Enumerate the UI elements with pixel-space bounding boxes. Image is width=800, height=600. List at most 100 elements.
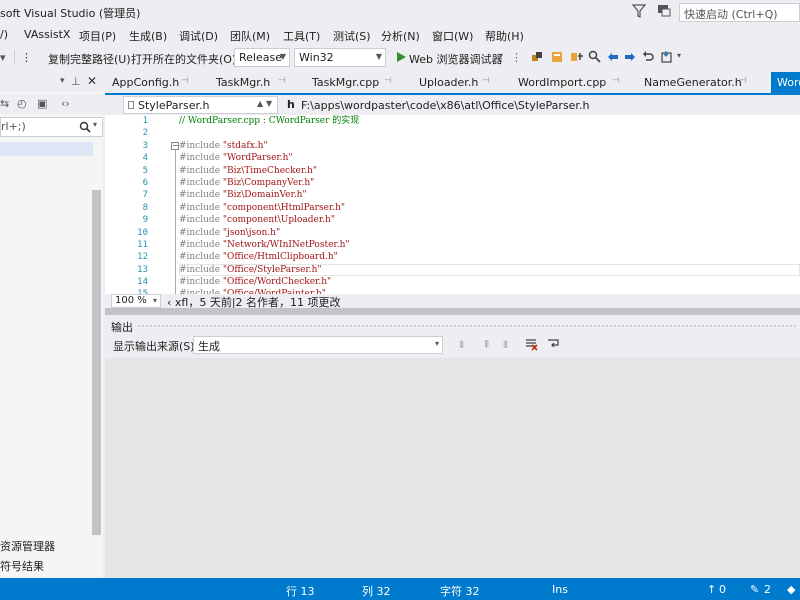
toolbar-dropdown-icon[interactable]: ▾ <box>0 51 6 64</box>
open-containing-folder-button[interactable]: 打开所在的文件夹(O) <box>131 51 236 67</box>
code-line[interactable]: #include "component\Uploader.h" <box>179 214 359 226</box>
play-icon[interactable] <box>394 50 408 64</box>
build-icon[interactable] <box>530 50 544 64</box>
source-control-icon[interactable]: ◆ <box>787 583 795 596</box>
code-icon[interactable]: ‹› <box>61 97 70 110</box>
sync-icon[interactable]: ⇆ <box>0 97 9 110</box>
menu-view[interactable]: /) <box>0 28 8 41</box>
chevron-down-icon[interactable]: ▾ <box>93 120 97 129</box>
code-line[interactable]: #include "Network/WInINetPoster.h" <box>179 239 359 251</box>
navigate-back-icon[interactable] <box>606 50 620 64</box>
output-text-area[interactable] <box>105 358 800 578</box>
pin-icon[interactable]: ⊣ <box>384 76 392 86</box>
pin-icon[interactable]: ⊣ <box>278 76 286 86</box>
tab-wordparser-cpp[interactable]: WordParser.cpp <box>771 72 800 94</box>
header-file-icon: h <box>287 98 295 111</box>
menu-vassistx[interactable]: VAssistX <box>24 28 70 41</box>
configuration-combo[interactable]: Release ▼ <box>234 48 290 67</box>
search-icon[interactable] <box>79 121 91 133</box>
menu-window[interactable]: 窗口(W) <box>432 28 473 44</box>
pin-icon[interactable]: ⊣ <box>739 76 747 86</box>
horizontal-scrollbar[interactable] <box>105 308 800 315</box>
tab-appconfig-h[interactable]: AppConfig.h <box>112 76 179 89</box>
publish-up-icon[interactable]: ↑ <box>707 583 716 596</box>
menu-build[interactable]: 生成(B) <box>129 28 167 44</box>
tab-wordimport-cpp[interactable]: WordImport.cpp <box>518 76 606 89</box>
quick-launch-input[interactable]: 快速启动 (Ctrl+Q) <box>679 3 800 22</box>
code-line[interactable]: #include "Biz\TimeChecker.h" <box>179 165 359 177</box>
start-debugging-button[interactable]: Web 浏览器调试器 <box>409 51 502 67</box>
close-icon[interactable]: ✕ <box>87 74 97 88</box>
vertical-scrollbar[interactable] <box>92 190 101 535</box>
code-lines[interactable]: // WordParser.cpp : CWordParser 的实现 #inc… <box>179 115 359 294</box>
search-icon[interactable] <box>588 50 602 64</box>
code-line[interactable] <box>179 127 359 139</box>
pin-dropdown-icon[interactable]: ▾ <box>60 76 65 86</box>
copy-full-path-button[interactable]: 复制完整路径(U) <box>48 51 131 67</box>
open-file-icon[interactable] <box>660 50 674 64</box>
code-line[interactable]: #include "Biz\DomainVer.h" <box>179 189 359 201</box>
go-to-message-icon[interactable]: ⇟ <box>457 338 466 351</box>
pin-icon[interactable]: ⊥ <box>71 75 81 88</box>
code-line[interactable]: #include "WordParser.h" <box>179 152 359 164</box>
pencil-icon[interactable]: ✎ <box>750 583 759 596</box>
code-line[interactable]: #include "json\json.h" <box>179 227 359 239</box>
document-tabs: AppConfig.h ⊣ TaskMgr.h ⊣ TaskMgr.cpp ⊣ … <box>105 72 800 94</box>
code-editor[interactable]: 123456789101112131415 − // WordParser.cp… <box>105 115 800 294</box>
menu-project[interactable]: 项目(P) <box>79 28 116 44</box>
history-icon[interactable]: ◴ <box>17 97 27 110</box>
code-line[interactable]: #include "Office/HtmlClipboard.h" <box>179 251 359 263</box>
menu-help[interactable]: 帮助(H) <box>485 28 524 44</box>
chevron-down-icon[interactable]: ▾ <box>499 51 503 60</box>
code-line[interactable]: #include "stdafx.h" <box>179 140 359 152</box>
panel-header: ▾ ⊥ ✕ <box>0 72 103 92</box>
pin-icon[interactable]: ⊣ <box>181 76 189 86</box>
find-symbol-icon[interactable] <box>570 50 584 64</box>
next-message-icon[interactable]: ⇟ <box>501 338 510 351</box>
solution-search-input[interactable]: rl+;) ▾ <box>0 117 103 137</box>
output-source-value: 生成 <box>198 340 220 353</box>
code-line[interactable]: #include "Biz\CompanyVer.h" <box>179 177 359 189</box>
preprocessor-keyword: #include <box>179 239 221 250</box>
menu-team[interactable]: 团队(M) <box>230 28 270 44</box>
tab-solution-explorer[interactable]: 资源管理器 <box>0 538 55 554</box>
menu-debug[interactable]: 调试(D) <box>179 28 218 44</box>
menu-test[interactable]: 测试(S) <box>333 28 371 44</box>
menu-tools[interactable]: 工具(T) <box>283 28 320 44</box>
filter-icon[interactable] <box>632 3 646 19</box>
chevron-down-icon[interactable]: ▾ <box>677 51 681 60</box>
collapse-all-icon[interactable]: ▣ <box>37 97 47 110</box>
file-scope-combo[interactable]: StyleParser.h ▲ ▼ <box>123 96 278 114</box>
navigate-forward-icon[interactable] <box>623 50 637 64</box>
undo-icon[interactable] <box>641 50 655 64</box>
status-changes-count: 2 <box>764 583 771 596</box>
collapse-toggle[interactable]: − <box>171 142 179 150</box>
previous-message-icon[interactable]: ⇞ <box>482 338 491 351</box>
bookmarks-icon[interactable] <box>550 50 564 64</box>
tab-uploader-h[interactable]: Uploader.h <box>419 76 478 89</box>
tab-namegenerator-h[interactable]: NameGenerator.h <box>644 76 742 89</box>
preprocessor-keyword: #include <box>179 140 221 151</box>
pin-icon[interactable]: ⊣ <box>482 76 490 86</box>
tab-taskmgr-cpp[interactable]: TaskMgr.cpp <box>312 76 379 89</box>
solution-tree[interactable] <box>0 142 93 542</box>
output-source-combo[interactable]: 生成 ▾ <box>193 336 443 354</box>
menu-analyze[interactable]: 分析(N) <box>381 28 420 44</box>
code-line[interactable]: // WordParser.cpp : CWordParser 的实现 <box>179 115 359 127</box>
line-number: 8 <box>142 202 148 213</box>
include-path: "stdafx.h" <box>220 140 268 151</box>
word-wrap-icon[interactable] <box>546 337 560 351</box>
preprocessor-keyword: #include <box>179 277 221 288</box>
tree-selected-item[interactable] <box>0 142 93 156</box>
clear-all-icon[interactable] <box>524 337 538 351</box>
tab-taskmgr-h[interactable]: TaskMgr.h <box>216 76 270 89</box>
zoom-combo[interactable]: 100 % ▾ <box>111 294 161 308</box>
feedback-icon[interactable] <box>656 3 672 19</box>
code-line[interactable]: #include "Office/StyleParser.h" <box>179 264 359 276</box>
code-line[interactable]: #include "Office/WordChecker.h" <box>179 276 359 288</box>
tab-find-symbol-results[interactable]: 符号结果 <box>0 558 44 574</box>
platform-combo[interactable]: Win32 ▼ <box>294 48 386 67</box>
output-panel: 输出 显示输出来源(S): 生成 ▾ ⇟ ⇞ ⇟ <box>105 316 800 578</box>
pin-icon[interactable]: ⊣ <box>612 76 620 86</box>
code-line[interactable]: #include "component\HtmlParser.h" <box>179 202 359 214</box>
